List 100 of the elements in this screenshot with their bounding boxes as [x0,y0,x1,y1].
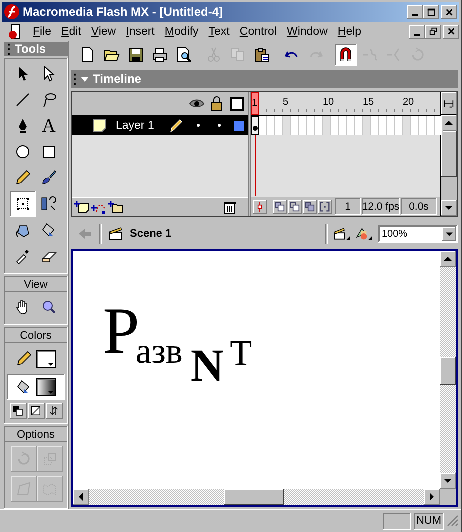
color-swatch[interactable] [36,378,56,396]
edit-scene-icon[interactable] [334,226,350,242]
edit-symbol-icon[interactable] [356,226,372,242]
dropdown-arrow-icon [446,230,452,238]
close-button[interactable] [443,24,459,38]
grip-icon [7,42,11,56]
frame-cell[interactable] [283,116,291,135]
stage-text[interactable]: N [190,343,224,389]
onion-outline-button[interactable] [288,200,302,214]
section-label: Options [5,429,67,442]
scroll-thumb[interactable] [440,357,456,385]
restore-button[interactable] [425,24,441,38]
scroll-right-button[interactable] [424,489,440,505]
toolbar-button[interactable] [335,44,357,66]
up-arrow-icon [444,255,452,263]
frame-cell[interactable] [291,116,299,135]
frame-cell[interactable] [267,116,275,135]
frame-cell[interactable] [323,116,331,135]
elapsed-time: 0.0s [401,198,437,215]
resize-grip-icon[interactable] [447,515,459,527]
visibility-dot[interactable] [197,124,200,127]
center-frame-button[interactable] [253,200,267,214]
frame-cell[interactable] [395,116,403,135]
color-button[interactable] [10,403,26,419]
maximize-button[interactable] [423,5,439,19]
scroll-down-button[interactable] [440,473,456,489]
tool-button[interactable] [10,191,36,217]
gradient-transform-icon [41,196,57,212]
lock-dot[interactable] [218,124,221,127]
frame-cell[interactable] [331,116,339,135]
menu-item[interactable]: View [86,26,122,38]
menu-item[interactable]: Modify [160,26,204,38]
onion-markers-button[interactable] [318,200,332,214]
magnifier-icon [41,299,57,315]
scrollbar[interactable] [73,489,440,505]
scroll-thumb[interactable] [224,489,284,505]
outline-icon[interactable] [229,96,245,112]
frame-cell[interactable] [307,116,315,135]
onion-skin-button[interactable] [273,200,287,214]
layer-row[interactable]: Layer 1 [72,116,248,135]
keyframe-cell[interactable] [251,116,259,135]
playhead-marker[interactable]: 1 [251,92,259,115]
minimize-button[interactable] [407,5,423,19]
scroll-left-button[interactable] [73,489,89,505]
menu-item[interactable]: Edit [56,26,86,38]
scroll-down-button[interactable] [441,200,457,216]
frame-cell[interactable] [355,116,363,135]
frame-cell[interactable] [427,116,435,135]
menu-item[interactable]: File [28,26,57,38]
layer-color-swatch[interactable] [234,120,244,130]
print-preview-icon [176,46,192,62]
frame-cell[interactable] [403,116,411,135]
color-button[interactable] [28,403,44,419]
distort-icon [16,481,32,497]
frame-cell[interactable] [315,116,323,135]
lock-icon[interactable] [209,96,225,112]
frame-cell[interactable] [371,116,379,135]
trash-icon[interactable] [222,199,238,215]
edit-multiple-frames-button[interactable] [303,200,317,214]
add-folder-icon[interactable] [108,199,124,215]
frame-cell[interactable] [299,116,307,135]
scrollbar[interactable] [441,115,457,216]
frame-number: 20 [403,97,414,108]
frame-cell[interactable] [435,116,443,135]
clipboard-icon [254,46,270,62]
scrollbar[interactable] [440,251,456,489]
menu-item[interactable]: Window [282,26,333,38]
menu-item[interactable]: Text [204,26,235,38]
frame-cell[interactable] [363,116,371,135]
color-swatch[interactable] [36,350,56,368]
stage-text[interactable]: азв [136,333,183,369]
scroll-up-button[interactable] [440,251,456,267]
no-color-icon [30,405,42,417]
frame-cell[interactable] [419,116,427,135]
onion-outline-icon [290,202,300,212]
eyedropper-icon [15,248,31,264]
add-layer-icon[interactable] [74,199,90,215]
panel-header[interactable]: Timeline [71,70,458,88]
frame-cell[interactable] [339,116,347,135]
color-button[interactable] [46,403,62,419]
frame-cell[interactable] [379,116,387,135]
onion-skin-icon [275,202,285,212]
frame-cell[interactable] [275,116,283,135]
frame-cell[interactable] [259,116,267,135]
close-button[interactable] [441,5,457,19]
minimize-button[interactable] [409,24,425,38]
frame-number: 10 [323,97,334,108]
zoom-dropdown[interactable]: 100% [378,225,458,243]
timeline-menu-button[interactable] [441,92,457,115]
menu-item[interactable]: Help [332,26,367,38]
frame-cell[interactable] [347,116,355,135]
frame-cell[interactable] [411,116,419,135]
stage-text[interactable]: Т [230,335,252,371]
timeline-ruler[interactable]: 1 5 10 15 20 [251,92,440,116]
scroll-thumb[interactable] [441,131,457,177]
menu-item[interactable]: Control [234,26,282,38]
menu-item[interactable]: Insert [121,26,160,38]
fill-color-control[interactable] [7,374,65,400]
playhead-line [255,135,256,196]
frame-cell[interactable] [387,116,395,135]
